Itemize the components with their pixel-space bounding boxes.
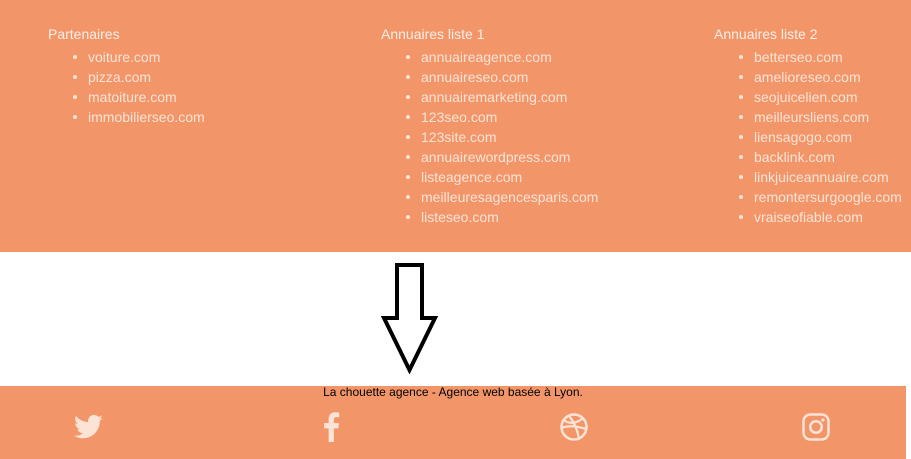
list-link[interactable]: meilleuresagencesparis.com <box>405 187 598 207</box>
list-link[interactable]: voiture.com <box>73 47 205 67</box>
facebook-icon-graphic <box>324 412 340 442</box>
link-list: voiture.com pizza.com matoiture.com immo… <box>48 47 205 127</box>
list-link[interactable]: annuairewordpress.com <box>405 147 598 167</box>
facebook-icon[interactable] <box>317 412 347 442</box>
list-link[interactable]: meilleursliens.com <box>739 107 902 127</box>
column-title: Partenaires <box>48 26 120 42</box>
instagram-icon-graphic <box>802 413 830 441</box>
footer-links-section: Partenaires voiture.com pizza.com matoit… <box>0 0 911 252</box>
list-link[interactable]: immobilierseo.com <box>73 107 205 127</box>
instagram-icon[interactable] <box>801 412 831 442</box>
column-title: Annuaires liste 1 <box>381 26 485 42</box>
list-link[interactable]: annuairemarketing.com <box>405 87 598 107</box>
column-title: Annuaires liste 2 <box>714 26 818 42</box>
list-link[interactable]: matoiture.com <box>73 87 205 107</box>
down-arrow-icon <box>380 263 439 374</box>
list-link[interactable]: annuaireseo.com <box>405 67 598 87</box>
list-link[interactable]: listeseo.com <box>405 207 598 227</box>
list-link[interactable]: seojuicelien.com <box>739 87 902 107</box>
list-link[interactable]: vraiseofiable.com <box>739 207 902 227</box>
link-list: annuaireagence.com annuaireseo.com annua… <box>381 47 598 227</box>
page-footer: La chouette agence - Agence web basée à … <box>0 386 906 459</box>
list-link[interactable]: backlink.com <box>739 147 902 167</box>
footer-tagline: La chouette agence - Agence web basée à … <box>323 385 583 399</box>
partners-column: Partenaires voiture.com pizza.com matoit… <box>48 25 205 127</box>
list-link[interactable]: liensagogo.com <box>739 127 902 147</box>
list-link[interactable]: amelioreseo.com <box>739 67 902 87</box>
dribbble-icon[interactable] <box>559 412 589 442</box>
list-link[interactable]: pizza.com <box>73 67 205 87</box>
link-list: betterseo.com amelioreseo.com seojuiceli… <box>714 47 902 227</box>
directory-list-1-column: Annuaires liste 1 annuaireagence.com ann… <box>381 25 598 227</box>
list-link[interactable]: 123seo.com <box>405 107 598 127</box>
list-link[interactable]: remontersurgoogle.com <box>739 187 902 207</box>
directory-list-2-column: Annuaires liste 2 betterseo.com ameliore… <box>714 25 902 227</box>
twitter-icon[interactable] <box>74 412 104 442</box>
dribbble-icon-graphic <box>560 413 588 441</box>
list-link[interactable]: linkjuiceannuaire.com <box>739 167 902 187</box>
twitter-icon-graphic <box>74 414 103 439</box>
list-link[interactable]: annuaireagence.com <box>405 47 598 67</box>
list-link[interactable]: listeagence.com <box>405 167 598 187</box>
list-link[interactable]: 123site.com <box>405 127 598 147</box>
list-link[interactable]: betterseo.com <box>739 47 902 67</box>
